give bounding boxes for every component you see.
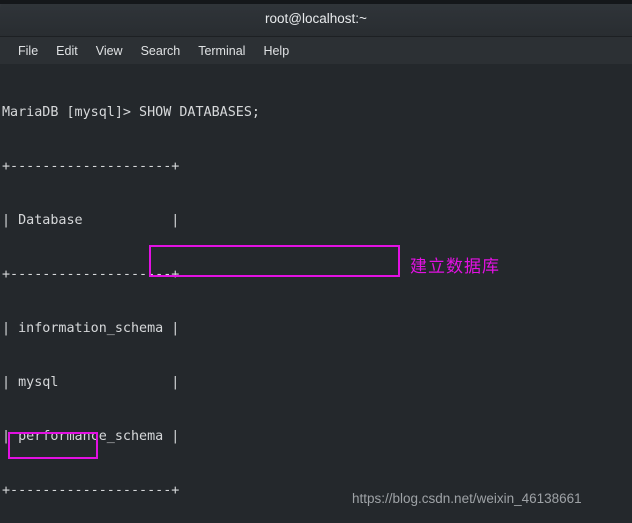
terminal-line: +--------------------+: [2, 159, 180, 174]
terminal-window: root@localhost:~ File Edit View Search T…: [0, 0, 632, 523]
menu-item-file[interactable]: File: [9, 42, 47, 60]
menu-bar: File Edit View Search Terminal Help: [0, 36, 632, 64]
terminal-line: | Database |: [2, 213, 180, 228]
terminal-line: | performance_schema |: [2, 429, 180, 444]
menu-item-terminal[interactable]: Terminal: [189, 42, 254, 60]
annotation-create-database: 建立数据库: [410, 257, 500, 277]
menu-item-edit[interactable]: Edit: [47, 42, 87, 60]
menu-item-view[interactable]: View: [87, 42, 132, 60]
terminal-line: MariaDB [mysql]> SHOW DATABASES;: [2, 105, 260, 120]
menu-item-help[interactable]: Help: [254, 42, 298, 60]
terminal-line: | mysql |: [2, 375, 180, 390]
terminal-line: +--------------------+: [2, 267, 180, 282]
window-titlebar[interactable]: root@localhost:~: [0, 0, 632, 36]
window-title: root@localhost:~: [265, 11, 367, 26]
terminal-screen: MariaDB [mysql]> SHOW DATABASES; +------…: [2, 68, 324, 523]
terminal-line: | information_schema |: [2, 321, 180, 336]
menu-item-search[interactable]: Search: [132, 42, 190, 60]
watermark-url: https://blog.csdn.net/weixin_46138661: [352, 491, 582, 506]
terminal-line: +--------------------+: [2, 483, 180, 498]
terminal-output-area[interactable]: MariaDB [mysql]> SHOW DATABASES; +------…: [0, 64, 632, 523]
